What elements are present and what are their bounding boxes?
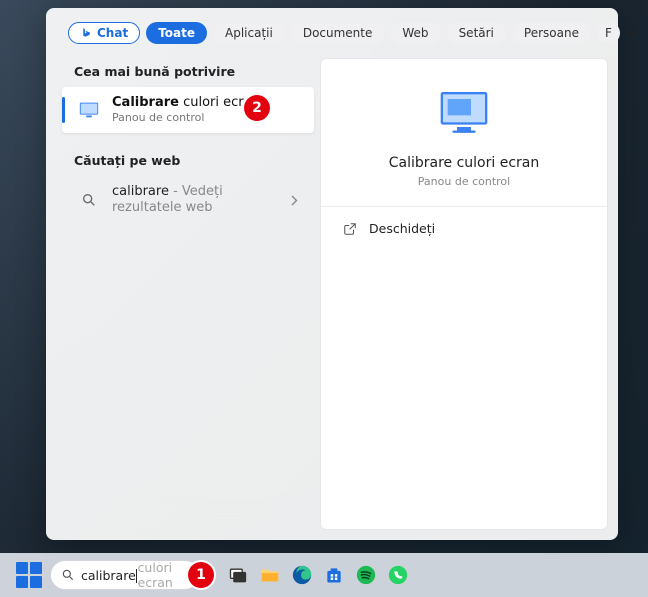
preview-subtitle: Panou de control <box>418 175 510 188</box>
tab-apps[interactable]: Aplicații <box>213 22 285 44</box>
result-calibrate-display[interactable]: Calibrare culori ecran Panou de control … <box>62 87 314 133</box>
file-explorer-icon[interactable] <box>258 563 282 587</box>
task-view-icon[interactable] <box>226 563 250 587</box>
tab-more-truncated[interactable]: F <box>597 22 620 44</box>
tab-settings[interactable]: Setări <box>447 22 506 44</box>
start-button[interactable] <box>16 562 42 588</box>
search-web-header: Căutați pe web <box>56 145 320 176</box>
search-panel: Chat Toate Aplicații Documente Web Setăr… <box>46 8 618 540</box>
tab-web[interactable]: Web <box>390 22 440 44</box>
chat-tab[interactable]: Chat <box>68 22 140 44</box>
whatsapp-icon[interactable] <box>386 563 410 587</box>
result-subtitle: Panou de control <box>112 111 298 125</box>
search-filter-tabs: Chat Toate Aplicații Documente Web Setăr… <box>46 8 618 56</box>
monitor-large-icon <box>436 85 492 141</box>
spotify-icon[interactable] <box>354 563 378 587</box>
open-external-icon <box>343 222 357 236</box>
taskbar: calibrareculori ecran 1 <box>0 553 648 597</box>
preview-pane: Calibrare culori ecran Panou de control … <box>320 58 608 530</box>
text-caret <box>136 569 137 583</box>
tab-all[interactable]: Toate <box>146 22 207 44</box>
annotation-step-2: 2 <box>244 95 270 121</box>
microsoft-store-icon[interactable] <box>322 563 346 587</box>
web-result-title: calibrare - Vedeți rezultatele web <box>112 184 291 217</box>
tab-people[interactable]: Persoane <box>512 22 591 44</box>
taskbar-search-box[interactable]: calibrareculori ecran <box>50 560 200 590</box>
monitor-icon <box>78 99 100 121</box>
open-action-label: Deschideți <box>369 221 435 236</box>
search-icon <box>61 568 75 582</box>
results-column: Cea mai bună potrivire Calibrare culori … <box>46 56 320 540</box>
web-result-calibrare[interactable]: calibrare - Vedeți rezultatele web <box>62 176 314 225</box>
search-icon <box>78 189 100 211</box>
result-title: Calibrare culori ecran <box>112 95 298 111</box>
chat-tab-label: Chat <box>97 26 128 40</box>
taskbar-search-placeholder: culori ecran <box>138 560 195 590</box>
annotation-step-1: 1 <box>188 562 214 588</box>
best-match-header: Cea mai bună potrivire <box>56 56 320 87</box>
edge-icon[interactable] <box>290 563 314 587</box>
tab-documents[interactable]: Documente <box>291 22 385 44</box>
bing-b-icon <box>80 27 93 40</box>
tabs-scroll-right-icon[interactable] <box>626 28 642 38</box>
taskbar-search-typed: calibrare <box>81 568 136 583</box>
preview-title: Calibrare culori ecran <box>389 155 540 171</box>
chevron-right-icon <box>291 195 298 206</box>
open-action[interactable]: Deschideți <box>321 207 607 250</box>
